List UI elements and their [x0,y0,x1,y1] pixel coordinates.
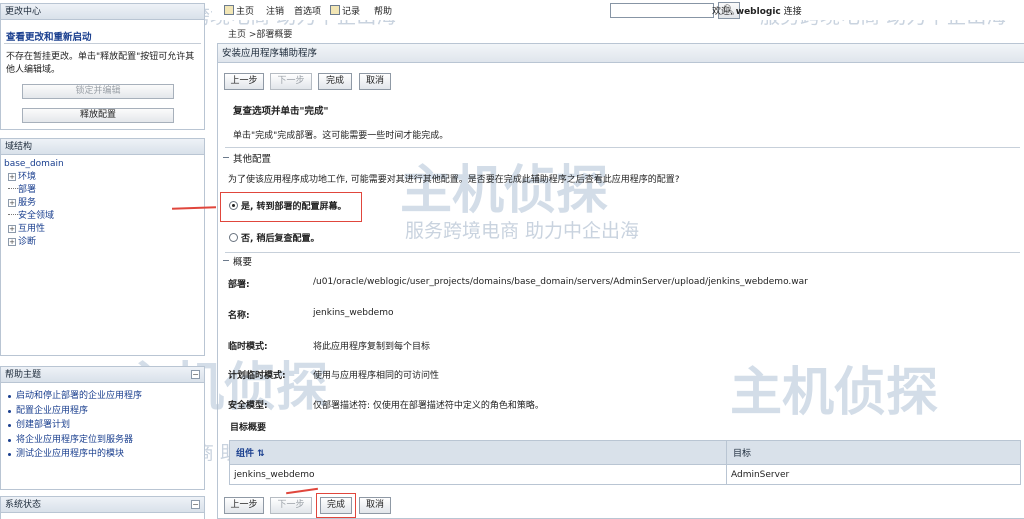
record-icon [330,5,340,15]
username: weblogic [735,7,781,17]
collapse-icon[interactable]: − [191,370,200,379]
connected-label: 连接 [783,7,802,17]
top-toolbar: 主页 注销 首选项 记录 帮助 🔍︎ [212,0,1024,20]
collapse-icon[interactable]: − [191,500,200,509]
panel-title: 安装应用程序辅助程序 [218,44,1024,63]
summary-label-name: 名称: [228,311,250,321]
other-config-question: 为了使该应用程序成功地工作, 可能需要对其进行其他配置。是否要在完成此辅助程序之… [228,175,680,185]
back-button[interactable]: 上一步 [224,73,264,90]
divider [4,43,201,44]
search-input[interactable] [610,3,714,18]
help-link[interactable]: 测试企业应用程序中的模块 [8,447,142,462]
summary-label-plan-staging: 计划临时模式: [228,371,286,381]
preferences-link[interactable]: 首选项 [294,4,321,17]
change-center-message: 不存在暂挂更改。单击"释放配置"按钮可允许其他人编辑域。 [6,52,195,75]
view-changes-link[interactable]: 查看更改和重新启动 [6,29,92,43]
next-button[interactable]: 下一步 [270,497,312,514]
table-row: jenkins_webdemo AdminServer [229,464,1021,485]
column-header-component[interactable]: 组件 ⇅ [229,440,727,465]
next-button[interactable]: 下一步 [270,73,312,90]
summary-label-staging: 临时模式: [228,342,268,352]
target-summary-title: 目标概要 [230,423,267,433]
system-status-title: 系统状态 − [1,497,204,513]
help-title: 帮助主题 − [1,367,204,383]
help-topics-list: 启动和停止部署的企业应用程序 配置企业应用程序 创建部署计划 将企业应用程序定位… [8,389,142,462]
back-button[interactable]: 上一步 [224,497,264,514]
expand-icon[interactable]: + [8,173,16,181]
table-cell: jenkins_webdemo [229,464,727,485]
summary-value-name: jenkins_webdemo [313,308,394,318]
domain-structure-title: 域结构 [1,139,204,155]
tree-connector [8,214,18,215]
finish-intro: 单击"完成"完成部署。这可能需要一些时间才能完成。 [233,131,449,141]
tree-item-services[interactable]: + 服务 [4,197,64,210]
left-sidebar: 更改中心 查看更改和重新启动 不存在暂挂更改。单击"释放配置"按钮可允许其他人编… [0,0,205,519]
tree-connector [8,188,18,189]
tree-item-interoperability[interactable]: + 互用性 [4,223,64,236]
tree-root-base-domain[interactable]: base_domain [4,158,64,171]
column-header-target: 目标 [726,440,1021,465]
annotation-highlight-box [316,493,356,518]
help-link[interactable]: 启动和停止部署的企业应用程序 [8,389,142,404]
tree-item-environment[interactable]: + 环境 [4,171,64,184]
domain-tree: base_domain + 环境 部署 + 服务 安全领域 + 互用性 + 诊断 [4,158,64,249]
help-link[interactable]: 配置企业应用程序 [8,404,142,419]
home-link[interactable]: 主页 [224,4,254,17]
divider [225,252,1020,253]
change-center-title: 更改中心 [1,4,204,20]
release-config-button[interactable]: 释放配置 [22,108,174,123]
tree-item-diagnostics[interactable]: + 诊断 [4,236,64,249]
logout-link[interactable]: 注销 [266,4,284,17]
summary-section-title: 概要 [222,254,252,268]
summary-label-deployment: 部署: [228,280,250,290]
help-link[interactable]: 将企业应用程序定位到服务器 [8,433,142,448]
system-status-panel: 系统状态 − [0,496,205,519]
tree-item-deployments[interactable]: 部署 [4,184,64,197]
annotation-highlight-box [220,192,362,222]
summary-value-security: 仅部署描述符: 仅使用在部署描述符中定义的角色和策略。 [313,401,544,411]
divider [225,147,1020,148]
cancel-button[interactable]: 取消 [359,497,391,514]
sort-icon[interactable]: ⇅ [257,449,265,459]
option-no[interactable]: 否, 稍后复查配置。 [229,231,320,244]
other-config-section-title: 其他配置 [222,151,271,165]
cancel-button[interactable]: 取消 [359,73,391,90]
expand-icon[interactable]: + [8,238,16,246]
record-link[interactable]: 记录 [330,4,360,17]
summary-value-plan-staging: 使用与应用程序相同的可访问性 [313,371,440,381]
help-link[interactable]: 创建部署计划 [8,418,142,433]
expand-icon[interactable]: + [8,199,16,207]
summary-label-security: 安全模型: [228,401,268,411]
lock-edit-button[interactable]: 锁定并编辑 [22,84,174,99]
finish-button[interactable]: 完成 [318,73,352,90]
breadcrumb: 主页 >部署概要 [228,30,293,40]
tree-item-security-realms[interactable]: 安全领域 [4,210,64,223]
table-cell: AdminServer [726,464,1021,485]
welcome-text: 欢迎, weblogic 连接 [712,7,802,17]
summary-value-deployment: /u01/oracle/weblogic/user_projects/domai… [313,277,808,287]
expand-icon[interactable]: + [8,225,16,233]
home-icon [224,5,234,15]
target-summary-table: 组件 ⇅ 目标 jenkins_webdemo AdminServer [229,440,1021,485]
review-heading: 复查选项并单击"完成" [233,106,329,117]
radio-unchecked-icon[interactable] [229,233,238,242]
summary-value-staging: 将此应用程序复制到每个目标 [313,342,431,352]
help-link-top[interactable]: 帮助 [374,4,392,17]
